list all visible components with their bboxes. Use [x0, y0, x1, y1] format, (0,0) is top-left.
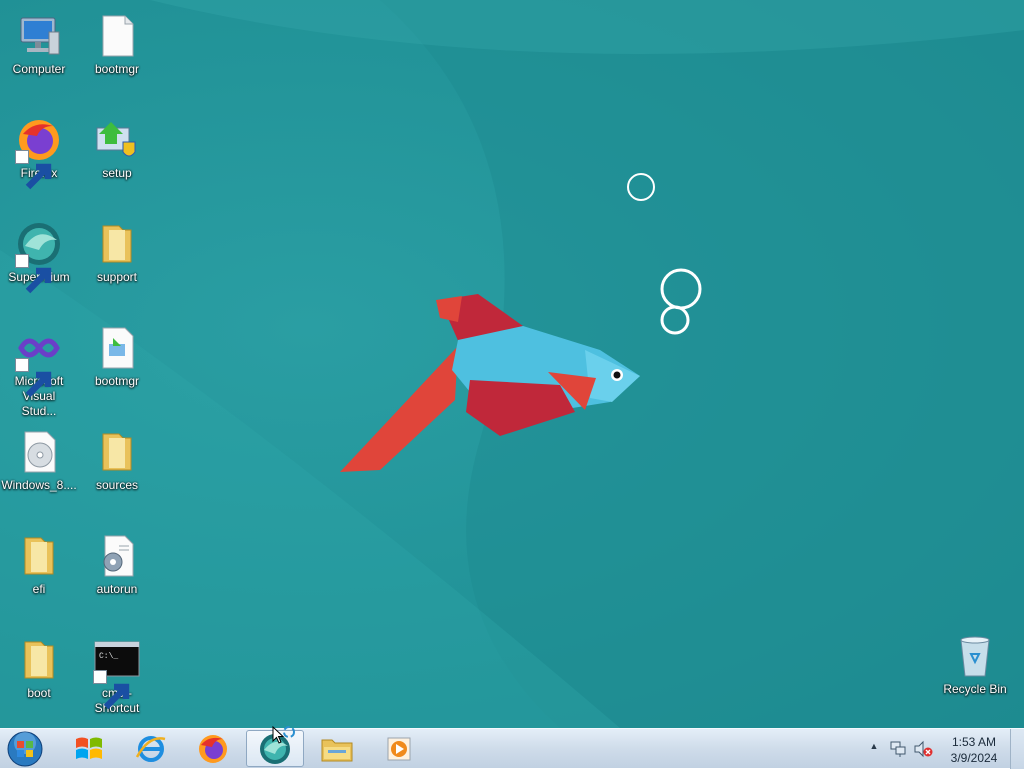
firefox-icon — [199, 734, 227, 763]
tray-volume-button[interactable] — [913, 740, 933, 758]
show-desktop-button[interactable] — [1010, 729, 1024, 769]
folder-icon — [24, 641, 54, 679]
folder-icon — [24, 537, 54, 575]
desktop-icon-support[interactable]: support — [78, 212, 156, 285]
file-explorer-icon — [321, 739, 353, 761]
shortcut-arrow-icon — [15, 358, 52, 398]
desktop-icon-efi[interactable]: efi — [0, 524, 78, 597]
setup-icon — [96, 122, 136, 157]
taskbar-file-explorer[interactable] — [308, 730, 366, 767]
folder-icon — [102, 433, 132, 471]
start-orb-icon — [7, 731, 43, 767]
desktop-icon-supermium[interactable]: Supermium — [0, 212, 78, 294]
desktop-icon-cmd-shortcut[interactable]: C:\_ cmd - Shortcut — [78, 628, 156, 716]
taskbar-internet-explorer[interactable] — [122, 730, 180, 767]
start-button[interactable] — [5, 730, 45, 768]
desktop-icon-bootmgr[interactable]: bootmgr — [78, 4, 156, 77]
desktop-icon-label: Windows_8.... — [1, 478, 77, 492]
taskbar: ▲ 1:53 AM 3/9/2024 — [0, 728, 1024, 769]
taskbar-clock[interactable]: 1:53 AM 3/9/2024 — [944, 734, 1004, 766]
desktop-icon-setup[interactable]: setup — [78, 108, 156, 181]
clock-date: 3/9/2024 — [950, 751, 998, 765]
taskbar-media-player[interactable] — [370, 730, 428, 767]
internet-explorer-icon — [135, 735, 166, 762]
desktop[interactable]: Computer Firefox Supermium Microsoft Vis… — [0, 0, 1024, 728]
computer-icon — [20, 17, 60, 55]
recycle-bin-icon — [960, 636, 990, 677]
shortcut-arrow-icon — [93, 670, 130, 710]
desktop-icon-label: bootmgr — [94, 62, 140, 76]
settings-file-icon — [103, 535, 134, 577]
shortcut-arrow-icon — [15, 150, 52, 190]
desktop-icon-label: Computer — [12, 62, 66, 76]
desktop-icon-sources[interactable]: sources — [78, 420, 156, 493]
windows-logo-icon — [76, 737, 102, 759]
desktop-icon-label: autorun — [96, 582, 138, 596]
taskbar-firefox[interactable] — [184, 730, 242, 767]
mouse-cursor-icon — [272, 726, 295, 744]
desktop-icon-label: Recycle Bin — [943, 682, 1007, 696]
folder-icon — [102, 225, 132, 263]
desktop-icon-label: setup — [102, 166, 132, 180]
desktop-icon-autorun[interactable]: autorun — [78, 524, 156, 597]
desktop-icon-windows-iso[interactable]: Windows_8.... — [0, 420, 78, 493]
clock-time: 1:53 AM — [951, 735, 997, 749]
desktop-icon-firefox[interactable]: Firefox — [0, 108, 78, 190]
svg-text:C:\_: C:\_ — [99, 652, 118, 661]
tray-network-button[interactable] — [889, 740, 907, 758]
shortcut-arrow-icon — [15, 254, 52, 294]
desktop-icon-boot[interactable]: boot — [0, 628, 78, 701]
desktop-icon-label: efi — [32, 582, 46, 596]
desktop-icon-label: bootmgr — [94, 374, 140, 388]
media-player-icon — [387, 737, 411, 760]
desktop-icon-label: sources — [95, 478, 139, 492]
desktop-icon-label: support — [96, 270, 138, 284]
desktop-icon-computer[interactable]: Computer — [0, 4, 78, 77]
taskbar-windows-logo[interactable] — [60, 730, 118, 767]
network-icon — [890, 741, 906, 757]
desktop-icon-visual-studio[interactable]: Microsoft Visual Stud... — [0, 316, 78, 419]
file-icon — [102, 15, 134, 57]
tray-show-hidden-button[interactable]: ▲ — [866, 741, 882, 755]
desktop-icon-recycle-bin[interactable]: Recycle Bin — [936, 624, 1014, 697]
desktop-icon-label: boot — [27, 686, 51, 700]
desktop-icon-bootmgr-efi[interactable]: bootmgr — [78, 316, 156, 389]
disc-image-icon — [24, 431, 56, 473]
volume-muted-icon — [914, 740, 933, 758]
efi-file-icon — [102, 327, 134, 369]
